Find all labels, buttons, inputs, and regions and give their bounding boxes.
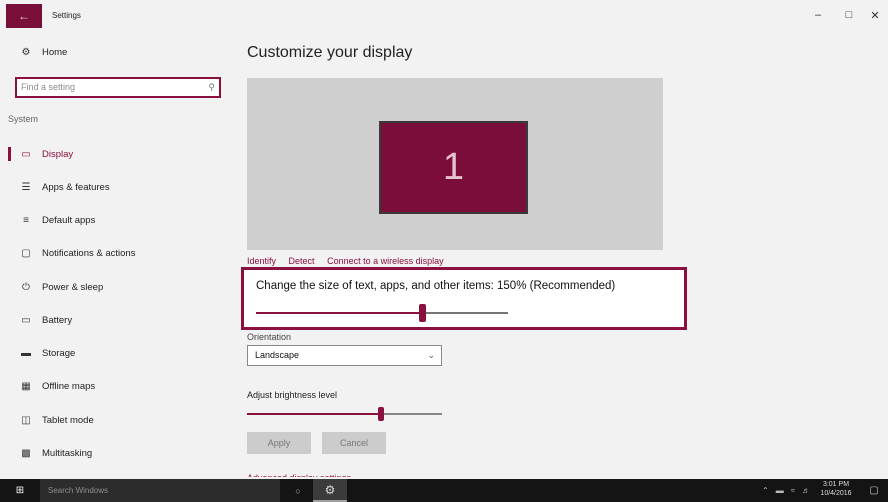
scale-setting-callout: Change the size of text, apps, and other… (241, 267, 687, 330)
close-button[interactable]: ✕ (866, 9, 884, 22)
sidebar-item-storage[interactable]: ▬ Storage (0, 338, 232, 368)
search-input[interactable]: Find a setting ⚲ (15, 77, 221, 98)
display-preview: 1 (247, 78, 663, 250)
sidebar-item-multitasking[interactable]: ▩ Multitasking (0, 438, 232, 468)
page-title: Customize your display (247, 44, 413, 61)
apps-list-icon: ☰ (21, 181, 31, 193)
taskbar-search[interactable]: Search Windows (40, 479, 280, 502)
sidebar-item-label: Notifications & actions (42, 247, 136, 259)
scale-label: Change the size of text, apps, and other… (256, 280, 616, 292)
sidebar-item-display[interactable]: ▭ Display (0, 139, 232, 169)
slider-fill (247, 413, 381, 415)
gear-icon: ⚙ (21, 46, 31, 58)
sidebar-item-label: Multitasking (42, 447, 93, 459)
sidebar-item-default-apps[interactable]: ≡ Default apps (0, 205, 232, 235)
notification-icon: ▢ (869, 485, 879, 496)
display-number: 1 (442, 146, 465, 188)
brightness-label: Adjust brightness level (247, 390, 338, 400)
display-links: Identify Detect Connect to a wireless di… (247, 256, 454, 266)
multitasking-icon: ▩ (21, 447, 31, 459)
clock-time: 3:01 PM (822, 481, 850, 488)
search-placeholder: Find a setting (21, 82, 76, 92)
monitor-tile[interactable]: 1 (379, 121, 528, 214)
cancel-button[interactable]: Cancel (322, 432, 386, 454)
maximize-button[interactable]: □ (840, 9, 858, 21)
search-icon: ⚲ (208, 82, 215, 92)
minimize-button[interactable]: – (809, 9, 827, 21)
slider-thumb[interactable] (419, 304, 426, 322)
taskbar: ⊞ Search Windows ○ ⚙ ⌃ ▬ ≈ ♬ 3:01 PM 10/… (0, 479, 888, 502)
wireless-display-link[interactable]: Connect to a wireless display (327, 256, 444, 266)
sidebar-item-notifications[interactable]: ▢ Notifications & actions (0, 238, 232, 268)
sidebar-item-offline-maps[interactable]: ▦ Offline maps (0, 371, 232, 401)
taskbar-settings-app[interactable]: ⚙ (313, 479, 347, 502)
task-view-button[interactable]: ○ (288, 479, 308, 502)
storage-icon: ▬ (21, 347, 31, 359)
action-center-button[interactable]: ▢ (864, 479, 884, 502)
section-heading: System (8, 114, 39, 124)
close-icon: ✕ (870, 10, 880, 22)
sidebar-item-label: Power & sleep (42, 281, 104, 293)
identify-link[interactable]: Identify (247, 256, 276, 266)
brightness-slider[interactable] (247, 407, 442, 421)
title-bar: ← Settings – □ ✕ (0, 0, 888, 32)
sidebar-item-label: Apps & features (42, 181, 110, 193)
clock-date: 10/4/2016 (820, 490, 852, 497)
sidebar-item-label: Tablet mode (42, 414, 94, 426)
slider-track (381, 413, 442, 415)
gear-icon: ⚙ (324, 482, 336, 497)
scale-slider[interactable] (256, 304, 508, 322)
battery-icon[interactable]: ▬ (776, 486, 784, 495)
slider-thumb[interactable] (378, 407, 384, 421)
maximize-icon: □ (845, 9, 853, 21)
battery-icon: ▭ (21, 314, 31, 326)
orientation-value: Landscape (255, 350, 300, 360)
volume-icon[interactable]: ♬ (802, 486, 810, 495)
sidebar-item-label: Battery (42, 314, 73, 326)
minimize-icon: – (814, 9, 822, 21)
system-tray: ⌃ ▬ ≈ ♬ (762, 479, 810, 502)
advanced-display-settings-link[interactable]: Advanced display settings (247, 473, 351, 477)
sidebar-item-label: Default apps (42, 214, 96, 226)
slider-fill (256, 312, 421, 314)
sidebar-item-tablet-mode[interactable]: ◫ Tablet mode (0, 405, 232, 435)
back-button[interactable]: ← (6, 4, 42, 28)
sidebar-item-power-sleep[interactable]: ⏻ Power & sleep (0, 272, 232, 302)
window-title: Settings (52, 11, 81, 20)
task-view-icon: ○ (295, 485, 301, 496)
start-button[interactable]: ⊞ (0, 479, 40, 502)
orientation-label: Orientation (247, 332, 292, 342)
power-icon: ⏻ (22, 281, 30, 293)
chevron-up-icon[interactable]: ⌃ (762, 486, 769, 495)
sidebar-item-label: Storage (42, 347, 76, 359)
active-indicator (8, 147, 11, 161)
chevron-down-icon: ⌄ (427, 350, 435, 360)
sidebar: ⚙ Home Find a setting ⚲ System ▭ Display… (0, 32, 232, 476)
sidebar-item-label: Home (42, 46, 68, 58)
wifi-icon[interactable]: ≈ (791, 486, 795, 495)
sidebar-item-home[interactable]: ⚙ Home (0, 37, 232, 67)
sidebar-item-label: Display (42, 148, 74, 160)
clock[interactable]: 3:01 PM 10/4/2016 (818, 479, 854, 502)
default-apps-icon: ≡ (23, 214, 29, 226)
notification-icon: ▢ (21, 247, 31, 259)
apply-button[interactable]: Apply (247, 432, 311, 454)
sidebar-item-label: Offline maps (42, 380, 96, 392)
back-arrow-icon: ← (18, 9, 30, 23)
sidebar-item-battery[interactable]: ▭ Battery (0, 305, 232, 335)
sidebar-item-apps-features[interactable]: ☰ Apps & features (0, 172, 232, 202)
windows-logo-icon: ⊞ (15, 485, 25, 496)
slider-track (426, 312, 508, 314)
tablet-icon: ◫ (21, 414, 31, 426)
detect-link[interactable]: Detect (289, 256, 315, 266)
monitor-icon: ▭ (21, 148, 31, 160)
map-icon: ▦ (21, 380, 31, 392)
orientation-dropdown[interactable]: Landscape ⌄ (247, 345, 442, 366)
